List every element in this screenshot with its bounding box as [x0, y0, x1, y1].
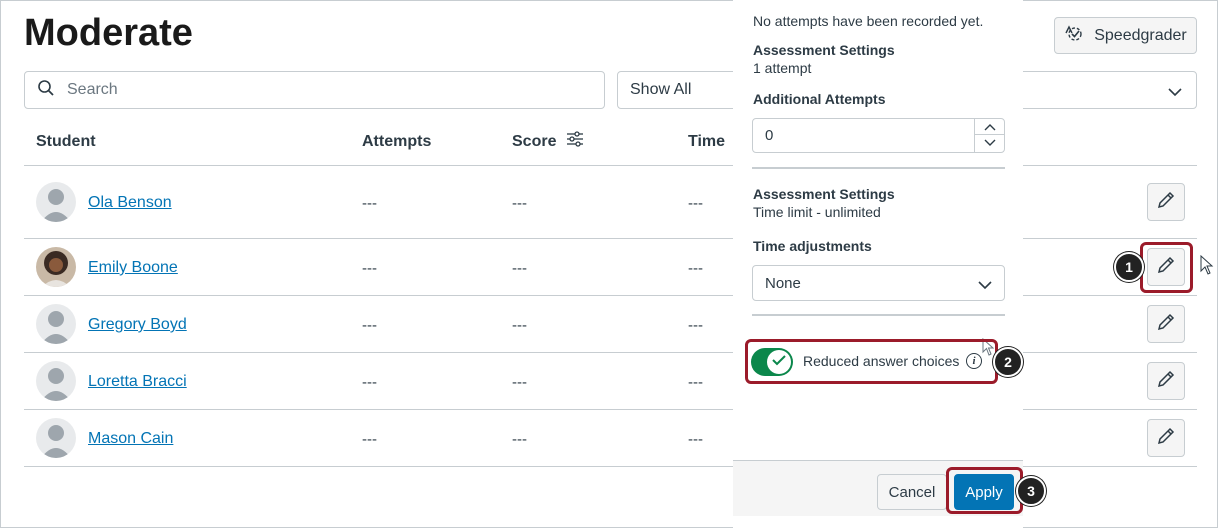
time-adjustments-select[interactable]: None [752, 265, 1005, 301]
callout-badge: 1 [1114, 252, 1144, 282]
speedgrader-icon [1064, 24, 1086, 47]
edit-student-button[interactable] [1147, 419, 1185, 457]
attempts-cell: --- [362, 260, 377, 277]
highlight-box-toggle [745, 339, 998, 384]
decrement-button[interactable] [975, 135, 1004, 151]
student-name-link[interactable]: Mason Cain [88, 430, 173, 448]
time-adjustments-value: None [765, 274, 801, 292]
tray-divider [752, 314, 1005, 316]
time-cell: --- [688, 431, 703, 448]
attempts-settings-title: Assessment Settings [753, 42, 895, 58]
column-header-score[interactable]: Score [512, 131, 584, 152]
student-name-link[interactable]: Gregory Boyd [88, 316, 187, 334]
score-cell: --- [512, 195, 527, 212]
attempts-cell: --- [362, 374, 377, 391]
score-cell: --- [512, 374, 527, 391]
number-stepper[interactable] [974, 119, 1004, 152]
chevron-down-icon [984, 134, 996, 152]
avatar [36, 247, 76, 287]
filter-sliders-icon[interactable] [566, 131, 584, 152]
increment-button[interactable] [975, 119, 1004, 135]
avatar [36, 361, 76, 401]
show-filter-value: Show All [630, 81, 692, 98]
score-cell: --- [512, 260, 527, 277]
column-header-time[interactable]: Time [688, 133, 725, 151]
callout-badge: 2 [993, 347, 1023, 377]
chevron-down-icon [978, 277, 992, 294]
time-adjustments-label: Time adjustments [753, 238, 872, 254]
time-cell: --- [688, 195, 703, 212]
column-header-attempts[interactable]: Attempts [362, 133, 431, 151]
callout-badge: 3 [1016, 476, 1046, 506]
avatar [36, 418, 76, 458]
highlight-box-edit [1140, 242, 1193, 293]
additional-attempts-label: Additional Attempts [753, 91, 886, 107]
cancel-button[interactable]: Cancel [877, 474, 947, 510]
time-cell: --- [688, 317, 703, 334]
additional-attempts-value: 0 [765, 127, 774, 144]
time-cell: --- [688, 374, 703, 391]
pencil-icon [1156, 312, 1176, 337]
student-name-link[interactable]: Loretta Bracci [88, 373, 187, 391]
chevron-down-icon [1168, 84, 1182, 102]
pencil-icon [1156, 369, 1176, 394]
page-title: Moderate [24, 12, 193, 54]
chevron-up-icon [984, 118, 996, 136]
time-settings-title: Assessment Settings [753, 186, 895, 202]
search-icon [37, 79, 55, 102]
no-attempts-text: No attempts have been recorded yet. [753, 13, 984, 29]
tray-divider [752, 167, 1005, 169]
speedgrader-button[interactable]: Speedgrader [1054, 17, 1197, 54]
time-cell: --- [688, 260, 703, 277]
student-name-link[interactable]: Ola Benson [88, 194, 172, 212]
edit-student-button[interactable] [1147, 183, 1185, 221]
score-cell: --- [512, 431, 527, 448]
search-field[interactable] [24, 71, 605, 109]
highlight-box-apply [946, 467, 1023, 514]
mouse-cursor-icon [1200, 254, 1214, 280]
additional-attempts-input[interactable]: 0 [752, 118, 1005, 153]
attempts-cell: --- [362, 317, 377, 334]
attempts-cell: --- [362, 195, 377, 212]
edit-student-button[interactable] [1147, 305, 1185, 343]
edit-student-button[interactable] [1147, 362, 1185, 400]
search-input[interactable] [65, 80, 565, 100]
avatar [36, 304, 76, 344]
attempts-settings-value: 1 attempt [753, 60, 812, 76]
speedgrader-label: Speedgrader [1094, 26, 1187, 44]
column-header-student[interactable]: Student [36, 133, 96, 151]
pencil-icon [1156, 426, 1176, 451]
score-cell: --- [512, 317, 527, 334]
student-name-link[interactable]: Emily Boone [88, 259, 178, 277]
column-header-score-label: Score [512, 132, 557, 150]
pencil-icon [1156, 190, 1176, 215]
time-settings-value: Time limit - unlimited [753, 204, 881, 220]
student-settings-tray: No attempts have been recorded yet. Asse… [733, 0, 1023, 528]
avatar [36, 182, 76, 222]
attempts-cell: --- [362, 431, 377, 448]
